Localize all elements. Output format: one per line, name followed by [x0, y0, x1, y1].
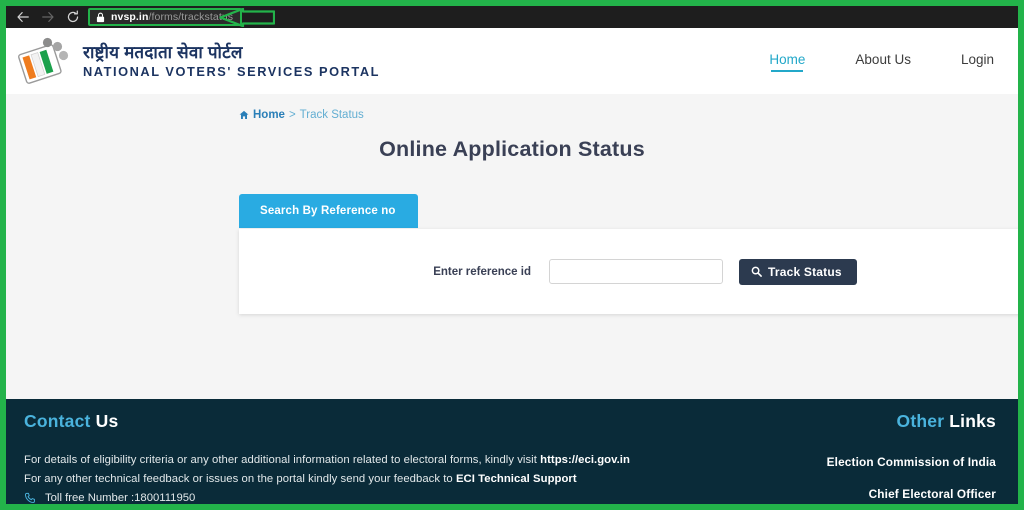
url-host: nvsp.in [111, 10, 149, 23]
footer-toll-free-text: Toll free Number :1800111950 [45, 492, 196, 504]
reload-icon[interactable] [66, 10, 80, 24]
annotation-arrow-icon [219, 8, 275, 27]
site-header: राष्ट्रीय मतदाता सेवा पोर्टल NATIONAL VO… [6, 28, 1018, 94]
page-content: Home > Track Status Online Application S… [6, 94, 1018, 399]
reference-form: Enter reference id Track Status [239, 229, 919, 314]
site-brand[interactable]: राष्ट्रीय मतदाता सेवा पोर्टल NATIONAL VO… [16, 34, 380, 88]
footer-other-heading-accent: Other [896, 411, 945, 431]
footer-contact-column: Contact Us For details of eligibility cr… [24, 411, 664, 504]
footer-contact-heading-plain: Us [95, 411, 119, 431]
lock-icon [96, 12, 105, 22]
site-footer: Contact Us For details of eligibility cr… [6, 399, 1018, 504]
footer-feedback-text: For any other technical feedback or issu… [24, 473, 456, 485]
footer-other-heading-plain: Links [949, 411, 996, 431]
reference-id-label: Enter reference id [433, 265, 531, 278]
footer-eligibility-line: For details of eligibility criteria or a… [24, 454, 664, 466]
main-navigation: Home About Us Login [769, 52, 996, 72]
footer-other-links-heading: Other Links [827, 411, 996, 432]
browser-window: nvsp.in/forms/trackstatus राष्ट्रीय मतदा… [0, 0, 1024, 510]
tab-bar: Search By Reference no [239, 194, 418, 228]
brand-hindi: राष्ट्रीय मतदाता सेवा पोर्टल [83, 42, 243, 62]
eci-technical-support-link[interactable]: ECI Technical Support [456, 473, 577, 485]
forward-arrow-icon[interactable] [41, 10, 55, 24]
track-status-button[interactable]: Track Status [739, 258, 857, 285]
footer-link-chief-electoral-officer[interactable]: Chief Electoral Officer [827, 487, 996, 501]
eci-website-link[interactable]: https://eci.gov.in [540, 454, 630, 466]
nav-item-login[interactable]: Login [961, 52, 994, 71]
browser-toolbar: nvsp.in/forms/trackstatus [6, 6, 1018, 28]
home-icon [239, 110, 249, 119]
footer-eligibility-text: For details of eligibility criteria or a… [24, 454, 541, 466]
breadcrumb-current: Track Status [299, 109, 364, 121]
browser-nav-buttons [12, 10, 88, 24]
footer-contact-heading: Contact Us [24, 411, 664, 432]
footer-toll-free: Toll free Number :1800111950 [24, 492, 664, 504]
breadcrumb-separator: > [288, 109, 296, 121]
brand-english: NATIONAL VOTERS' SERVICES PORTAL [83, 63, 380, 79]
footer-contact-heading-accent: Contact [24, 411, 91, 431]
back-arrow-icon[interactable] [16, 10, 30, 24]
footer-link-election-commission[interactable]: Election Commission of India [827, 455, 996, 469]
page-title: Online Application Status [379, 137, 645, 161]
footer-links-column: Other Links Election Commission of India… [827, 411, 996, 504]
nav-item-home[interactable]: Home [769, 52, 805, 72]
search-icon [751, 266, 762, 277]
breadcrumb: Home > Track Status [239, 109, 364, 121]
nvsp-ballot-logo-icon [18, 37, 69, 84]
reference-id-input[interactable] [549, 259, 723, 284]
breadcrumb-home[interactable]: Home [253, 109, 285, 121]
nav-item-about-us[interactable]: About Us [855, 52, 911, 71]
tab-search-by-reference-no[interactable]: Search By Reference no [239, 194, 418, 228]
track-status-button-label: Track Status [768, 264, 842, 279]
footer-feedback-line: For any other technical feedback or issu… [24, 473, 664, 485]
track-status-card: Enter reference id Track Status [239, 229, 1018, 314]
phone-icon [24, 492, 35, 503]
